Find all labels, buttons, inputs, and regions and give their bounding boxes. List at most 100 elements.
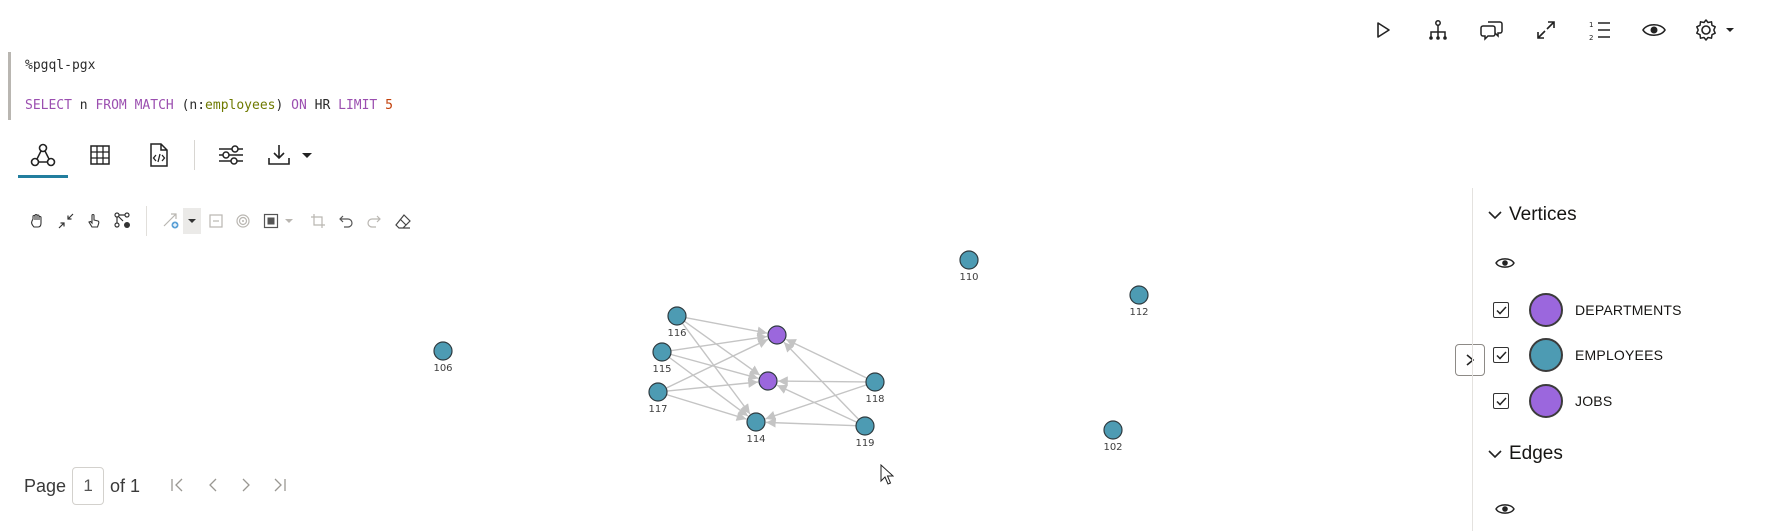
fit-to-screen-icon[interactable] [53, 208, 79, 234]
chevron-down-icon [1488, 450, 1502, 459]
vertex-type-swatch[interactable] [1529, 338, 1563, 372]
first-page-icon[interactable] [166, 472, 192, 498]
vertex-node[interactable] [652, 342, 672, 362]
vertex-type-row: DEPARTMENTS [1493, 290, 1682, 330]
expand-icon[interactable] [1530, 14, 1562, 46]
download-button[interactable] [262, 134, 322, 176]
undo-icon[interactable] [333, 208, 359, 234]
vertex-node[interactable] [648, 382, 668, 402]
numbered-list-icon[interactable]: 12 [1584, 14, 1616, 46]
graph-vertex[interactable]: 119 [855, 416, 875, 449]
settings-sliders-button[interactable] [206, 134, 256, 176]
graph-edge[interactable] [665, 338, 769, 389]
vertex-label: 115 [652, 364, 671, 375]
vertex-label: 118 [865, 394, 884, 405]
vertex-type-label: JOBS [1575, 393, 1613, 409]
tab-divider [194, 140, 195, 170]
vertex-label: 119 [855, 438, 874, 449]
tab-graph[interactable] [18, 134, 68, 178]
vertex-type-swatch[interactable] [1529, 293, 1563, 327]
expand-neighbors-icon[interactable] [158, 208, 184, 234]
group-icon[interactable] [258, 208, 284, 234]
vertex-node[interactable] [667, 306, 687, 326]
edges-visibility-icon[interactable] [1495, 502, 1515, 516]
vertex-type-row: JOBS [1493, 381, 1612, 421]
page-number-input[interactable]: 1 [72, 467, 105, 505]
expand-dropdown-icon[interactable] [183, 208, 201, 234]
vertex-node[interactable] [855, 416, 875, 436]
vertex-node[interactable] [758, 371, 778, 391]
graph-icon [30, 143, 56, 166]
run-icon[interactable] [1367, 14, 1399, 46]
vertex-node[interactable] [1129, 285, 1149, 305]
group-dropdown-icon[interactable] [282, 208, 296, 234]
vertex-label: 102 [1103, 442, 1122, 453]
graph-vertex[interactable] [767, 325, 787, 345]
network-settings-icon[interactable] [110, 208, 136, 234]
edges-title: Edges [1509, 443, 1563, 464]
graph-edge[interactable] [681, 322, 751, 415]
vertex-type-row: EMPLOYEES [1493, 335, 1663, 375]
code-editor[interactable]: %pgql-pgx SELECT n FROM MATCH (n:employe… [8, 52, 431, 120]
vertex-node[interactable] [959, 250, 979, 270]
graph-vertex[interactable]: 106 [433, 341, 453, 374]
vertex-node[interactable] [767, 325, 787, 345]
next-page-icon[interactable] [233, 472, 259, 498]
vertex-node[interactable] [746, 412, 766, 432]
tab-json[interactable] [134, 134, 184, 176]
graph-edge[interactable] [765, 417, 857, 428]
hierarchy-icon[interactable] [1422, 14, 1454, 46]
vertex-label: 116 [667, 328, 686, 339]
eye-icon[interactable] [1638, 14, 1670, 46]
code-line-1: %pgql-pgx [25, 58, 96, 73]
focus-icon[interactable] [230, 208, 256, 234]
eraser-icon[interactable] [390, 208, 416, 234]
chevron-down-icon [1488, 211, 1502, 220]
comment-icon[interactable] [1476, 14, 1508, 46]
tab-table[interactable] [75, 134, 125, 176]
vertex-type-label: EMPLOYEES [1575, 347, 1664, 363]
graph-vertex[interactable] [758, 371, 778, 391]
pan-icon[interactable] [24, 208, 50, 234]
graph-vertex[interactable]: 114 [746, 412, 766, 445]
redo-icon[interactable] [361, 208, 387, 234]
graph-vertex[interactable]: 112 [1129, 285, 1149, 318]
tool-divider [146, 206, 147, 236]
vertex-label: 110 [959, 272, 978, 283]
vertices-section-toggle[interactable]: Vertices [1487, 204, 1577, 226]
settings-icon[interactable] [1692, 14, 1740, 46]
graph-vertex[interactable]: 117 [648, 382, 668, 415]
prev-page-icon[interactable] [200, 472, 226, 498]
graph-edge[interactable] [765, 384, 867, 421]
select-pointer-icon[interactable] [81, 208, 107, 234]
graph-edge[interactable] [666, 393, 747, 421]
vertex-node[interactable] [1103, 420, 1123, 440]
last-page-icon[interactable] [265, 472, 291, 498]
vertex-type-checkbox[interactable] [1493, 393, 1509, 409]
graph-vertex[interactable]: 118 [865, 372, 885, 405]
graph-edge[interactable] [776, 384, 858, 423]
graph-edge[interactable] [785, 338, 868, 379]
edges-section-toggle[interactable]: Edges [1487, 443, 1563, 465]
graph-vertex[interactable]: 110 [959, 250, 979, 283]
svg-text:1: 1 [1589, 21, 1593, 29]
page-label: Page [24, 475, 67, 496]
graph-vertex[interactable]: 116 [667, 306, 687, 339]
vertex-type-swatch[interactable] [1529, 384, 1563, 418]
vertex-label: 106 [433, 363, 452, 374]
pagination: Page 1 of 1 [24, 466, 140, 506]
vertices-visibility-icon[interactable] [1495, 256, 1515, 270]
svg-text:2: 2 [1589, 34, 1593, 41]
vertex-node[interactable] [433, 341, 453, 361]
ungroup-icon[interactable] [305, 208, 331, 234]
vertex-type-checkbox[interactable] [1493, 347, 1509, 363]
page-of-label: of 1 [110, 475, 141, 496]
graph-vertex[interactable]: 102 [1103, 420, 1123, 453]
vertex-type-checkbox[interactable] [1493, 302, 1509, 318]
graph-edge[interactable] [670, 353, 759, 381]
graph-vertex[interactable]: 115 [652, 342, 672, 375]
collapse-icon[interactable] [203, 208, 229, 234]
graph-canvas[interactable]: 110 112 106 116 115 117 114 118 119 102 [0, 240, 1470, 460]
vertex-node[interactable] [865, 372, 885, 392]
download-icon [268, 145, 312, 165]
